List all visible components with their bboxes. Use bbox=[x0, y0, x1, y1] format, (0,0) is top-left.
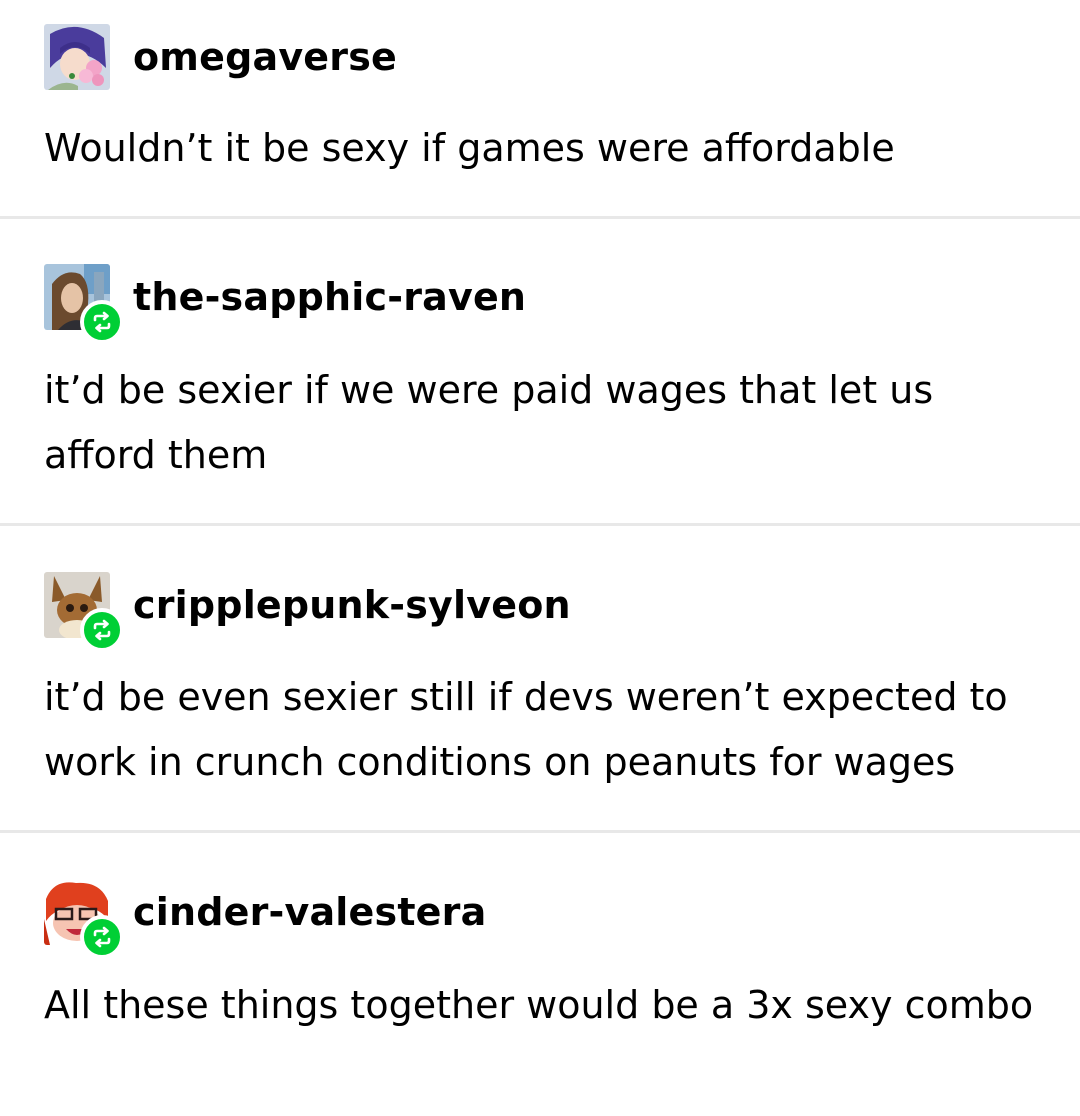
divider bbox=[0, 523, 1080, 526]
post-header: omegaverse bbox=[0, 24, 1080, 94]
post-header: cinder-valestera bbox=[0, 879, 1080, 959]
username[interactable]: the-sapphic-raven bbox=[133, 274, 526, 320]
post-header: the-sapphic-raven bbox=[0, 264, 1080, 344]
post-text: it’d be even sexier still if devs weren’… bbox=[44, 675, 1008, 784]
post-text: All these things together would be a 3x … bbox=[44, 983, 1034, 1027]
divider bbox=[0, 830, 1080, 833]
username[interactable]: omegaverse bbox=[133, 34, 397, 80]
avatar-omegaverse[interactable] bbox=[44, 24, 110, 90]
username[interactable]: cinder-valestera bbox=[133, 889, 486, 935]
reblog-icon bbox=[80, 608, 124, 652]
post-text: Wouldn’t it be sexy if games were afford… bbox=[44, 126, 895, 170]
reblog-icon bbox=[80, 915, 124, 959]
post-header: cripplepunk-sylveon bbox=[0, 572, 1080, 652]
reblog-icon bbox=[80, 300, 124, 344]
username[interactable]: cripplepunk-sylveon bbox=[133, 582, 571, 628]
divider bbox=[0, 216, 1080, 219]
post-text: it’d be sexier if we were paid wages tha… bbox=[44, 368, 934, 477]
